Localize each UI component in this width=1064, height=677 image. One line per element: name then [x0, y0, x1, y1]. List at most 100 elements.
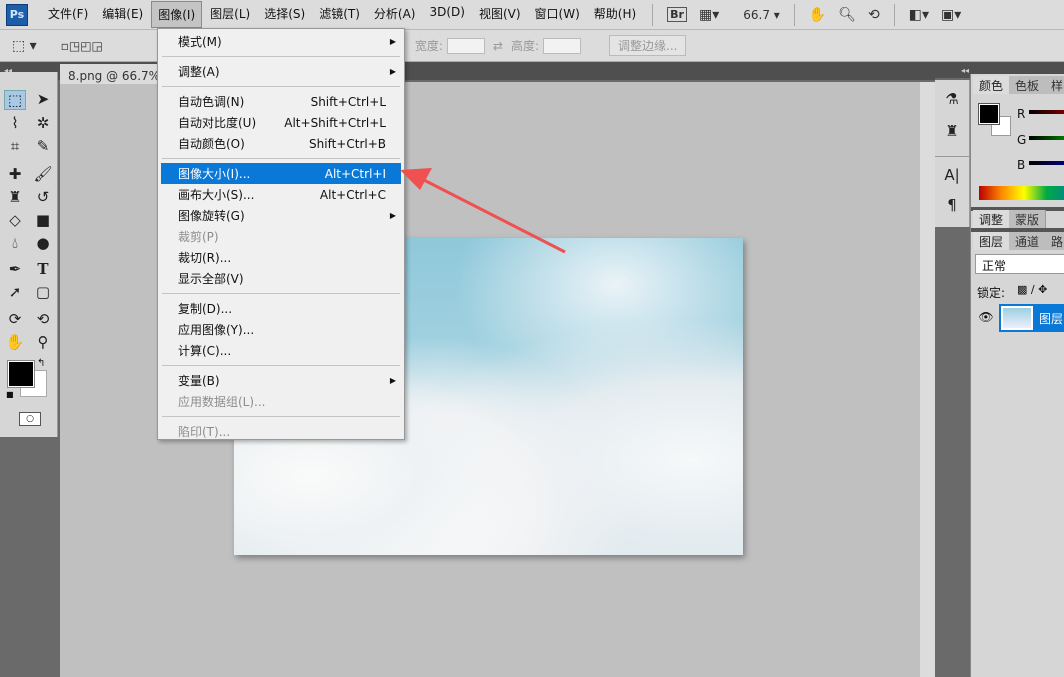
- menu-item[interactable]: 图像旋转(G) ▶: [158, 205, 404, 226]
- quick-mask-button[interactable]: ○: [19, 412, 41, 426]
- history-brush-tool[interactable]: ↺: [32, 188, 54, 208]
- lock-label: 锁定:: [977, 286, 1006, 300]
- lasso-tool[interactable]: ⌇: [4, 114, 26, 134]
- menu-separator: [162, 293, 400, 294]
- eyedropper-tool[interactable]: ✎: [32, 137, 54, 157]
- menu-item-shortcut: Shift+Ctrl+B: [309, 136, 386, 151]
- menu-item[interactable]: 自动颜色(O) Shift+Ctrl+B: [158, 133, 404, 154]
- paragraph-icon[interactable]: ¶: [941, 196, 963, 216]
- 3d-orbit-tool[interactable]: ⟲: [32, 310, 54, 330]
- menu-item-label: 调整(A): [178, 65, 220, 79]
- tool-presets-icon[interactable]: ⚗: [941, 90, 963, 110]
- width-input[interactable]: [446, 37, 485, 54]
- swap-colors-icon[interactable]: ↰: [37, 358, 45, 369]
- path-selection-tool[interactable]: ➚: [4, 283, 26, 303]
- arrange-documents-icon[interactable]: ◧▾: [909, 7, 929, 23]
- foreground-color-swatch[interactable]: [7, 360, 35, 388]
- submenu-arrow-icon: ▶: [389, 67, 396, 76]
- hand-icon[interactable]: ✋: [809, 7, 826, 23]
- menu-item[interactable]: 自动对比度(U) Alt+Shift+Ctrl+L: [158, 112, 404, 133]
- menu-3[interactable]: 图层(L): [204, 1, 256, 28]
- menu-item[interactable]: 裁剪(P): [158, 226, 404, 247]
- document-tab[interactable]: 8.png @ 66.7% (图层: [60, 64, 160, 84]
- shape-tool[interactable]: ▢: [32, 283, 54, 303]
- menu-4[interactable]: 选择(S): [258, 1, 311, 28]
- width-label: 宽度:: [414, 39, 443, 53]
- menu-item[interactable]: 模式(M) ▶: [158, 31, 404, 52]
- blur-tool[interactable]: 💧︎: [4, 234, 26, 254]
- height-input[interactable]: [543, 37, 582, 54]
- tab-layers[interactable]: 图层: [973, 232, 1011, 250]
- brush-tool[interactable]: 🖌︎: [32, 165, 54, 185]
- gradient-tool[interactable]: ■: [32, 211, 54, 231]
- tab-swatches[interactable]: 色板: [1009, 76, 1047, 94]
- type-tool[interactable]: T: [32, 260, 54, 280]
- color-ramp[interactable]: [979, 186, 1064, 200]
- character-icon[interactable]: A|: [941, 166, 963, 186]
- menu-item[interactable]: 应用数据组(L)...: [158, 391, 404, 412]
- height-label: 高度:: [510, 39, 540, 53]
- green-slider[interactable]: [1029, 136, 1064, 140]
- clone-stamp-tool[interactable]: ♜: [4, 188, 26, 208]
- menu-item[interactable]: 复制(D)...: [158, 298, 404, 319]
- tab-color[interactable]: 颜色: [973, 76, 1011, 94]
- swap-icon[interactable]: ⇄: [493, 39, 503, 53]
- zoom-icon[interactable]: 🔍︎: [838, 7, 856, 23]
- healing-brush-tool[interactable]: ✚: [4, 165, 26, 185]
- menu-item[interactable]: 画布大小(S)... Alt+Ctrl+C: [158, 184, 404, 205]
- bridge-button[interactable]: Br: [667, 7, 687, 22]
- tab-adjustments[interactable]: 调整: [973, 210, 1011, 228]
- menu-5[interactable]: 滤镜(T): [313, 1, 366, 28]
- default-colors-icon[interactable]: ■: [6, 390, 14, 399]
- selection-mode-icons[interactable]: ▫◳◰◲: [61, 39, 103, 53]
- menu-item-label: 裁剪(P): [178, 230, 219, 244]
- screen-mode-icon[interactable]: ▣▾: [941, 7, 961, 23]
- menu-2[interactable]: 图像(I): [151, 1, 203, 28]
- menu-8[interactable]: 视图(V): [473, 1, 527, 28]
- move-tool[interactable]: ➤: [32, 90, 54, 110]
- menu-1[interactable]: 编辑(E): [96, 1, 149, 28]
- menu-item[interactable]: 变量(B) ▶: [158, 370, 404, 391]
- magic-wand-tool[interactable]: ✲: [32, 114, 54, 134]
- layer-row[interactable]: 图层: [999, 304, 1064, 332]
- tab-channels[interactable]: 通道: [1009, 232, 1047, 250]
- zoom-level-dropdown[interactable]: 66.7 ▾: [743, 8, 780, 22]
- eraser-tool[interactable]: ◇: [4, 211, 26, 231]
- menu-7[interactable]: 3D(D): [423, 1, 470, 28]
- menu-0[interactable]: 文件(F): [42, 1, 94, 28]
- menu-bar: Ps 文件(F) 编辑(E) 图像(I) 图层(L) 选择(S) 滤镜(T) 分析(A) 3D…: [0, 0, 1064, 30]
- menu-item[interactable]: 计算(C)...: [158, 340, 404, 361]
- refine-edge-button[interactable]: 调整边缘...: [609, 35, 687, 56]
- pen-tool[interactable]: ✒: [4, 260, 26, 280]
- menu-item[interactable]: 应用图像(Y)...: [158, 319, 404, 340]
- rotate-view-icon[interactable]: ⟲: [868, 7, 880, 23]
- 3d-rotate-tool[interactable]: ⟳: [4, 310, 26, 330]
- menu-9[interactable]: 窗口(W): [529, 1, 586, 28]
- lock-icons[interactable]: ▩ ∕ ✥: [1017, 283, 1047, 296]
- dodge-tool[interactable]: ●: [32, 234, 54, 254]
- tab-masks[interactable]: 蒙版: [1009, 210, 1047, 228]
- menu-item[interactable]: 裁切(R)...: [158, 247, 404, 268]
- menu-item[interactable]: 调整(A) ▶: [158, 61, 404, 82]
- red-slider[interactable]: [1029, 110, 1064, 114]
- menu-item[interactable]: 图像大小(I)... Alt+Ctrl+I: [161, 163, 401, 184]
- tab-paths[interactable]: 路: [1045, 232, 1064, 250]
- rect-marquee-tool[interactable]: ⬚: [4, 90, 26, 110]
- menu-item-label: 画布大小(S)...: [178, 188, 255, 202]
- foreground-color-swatch[interactable]: [978, 103, 1000, 125]
- blue-slider[interactable]: [1029, 161, 1064, 165]
- crop-tool[interactable]: ⌗: [4, 137, 26, 157]
- filmstrip-icon[interactable]: ▦▾: [699, 7, 719, 23]
- menu-item[interactable]: 陷印(T)...: [158, 421, 404, 442]
- menu-item[interactable]: 自动色调(N) Shift+Ctrl+L: [158, 91, 404, 112]
- hand-tool[interactable]: ✋: [4, 333, 26, 353]
- menu-10[interactable]: 帮助(H): [588, 1, 642, 28]
- clone-source-icon[interactable]: ♜: [941, 122, 963, 142]
- blend-mode-dropdown[interactable]: 正常: [975, 254, 1064, 274]
- visibility-eye-icon[interactable]: 👁︎: [975, 306, 997, 330]
- menu-6[interactable]: 分析(A): [368, 1, 422, 28]
- tab-styles[interactable]: 样: [1045, 76, 1064, 94]
- menu-item[interactable]: 显示全部(V): [158, 268, 404, 289]
- zoom-tool[interactable]: ⚲: [32, 333, 54, 353]
- marquee-preset-icon[interactable]: ⬚ ▾: [12, 38, 37, 54]
